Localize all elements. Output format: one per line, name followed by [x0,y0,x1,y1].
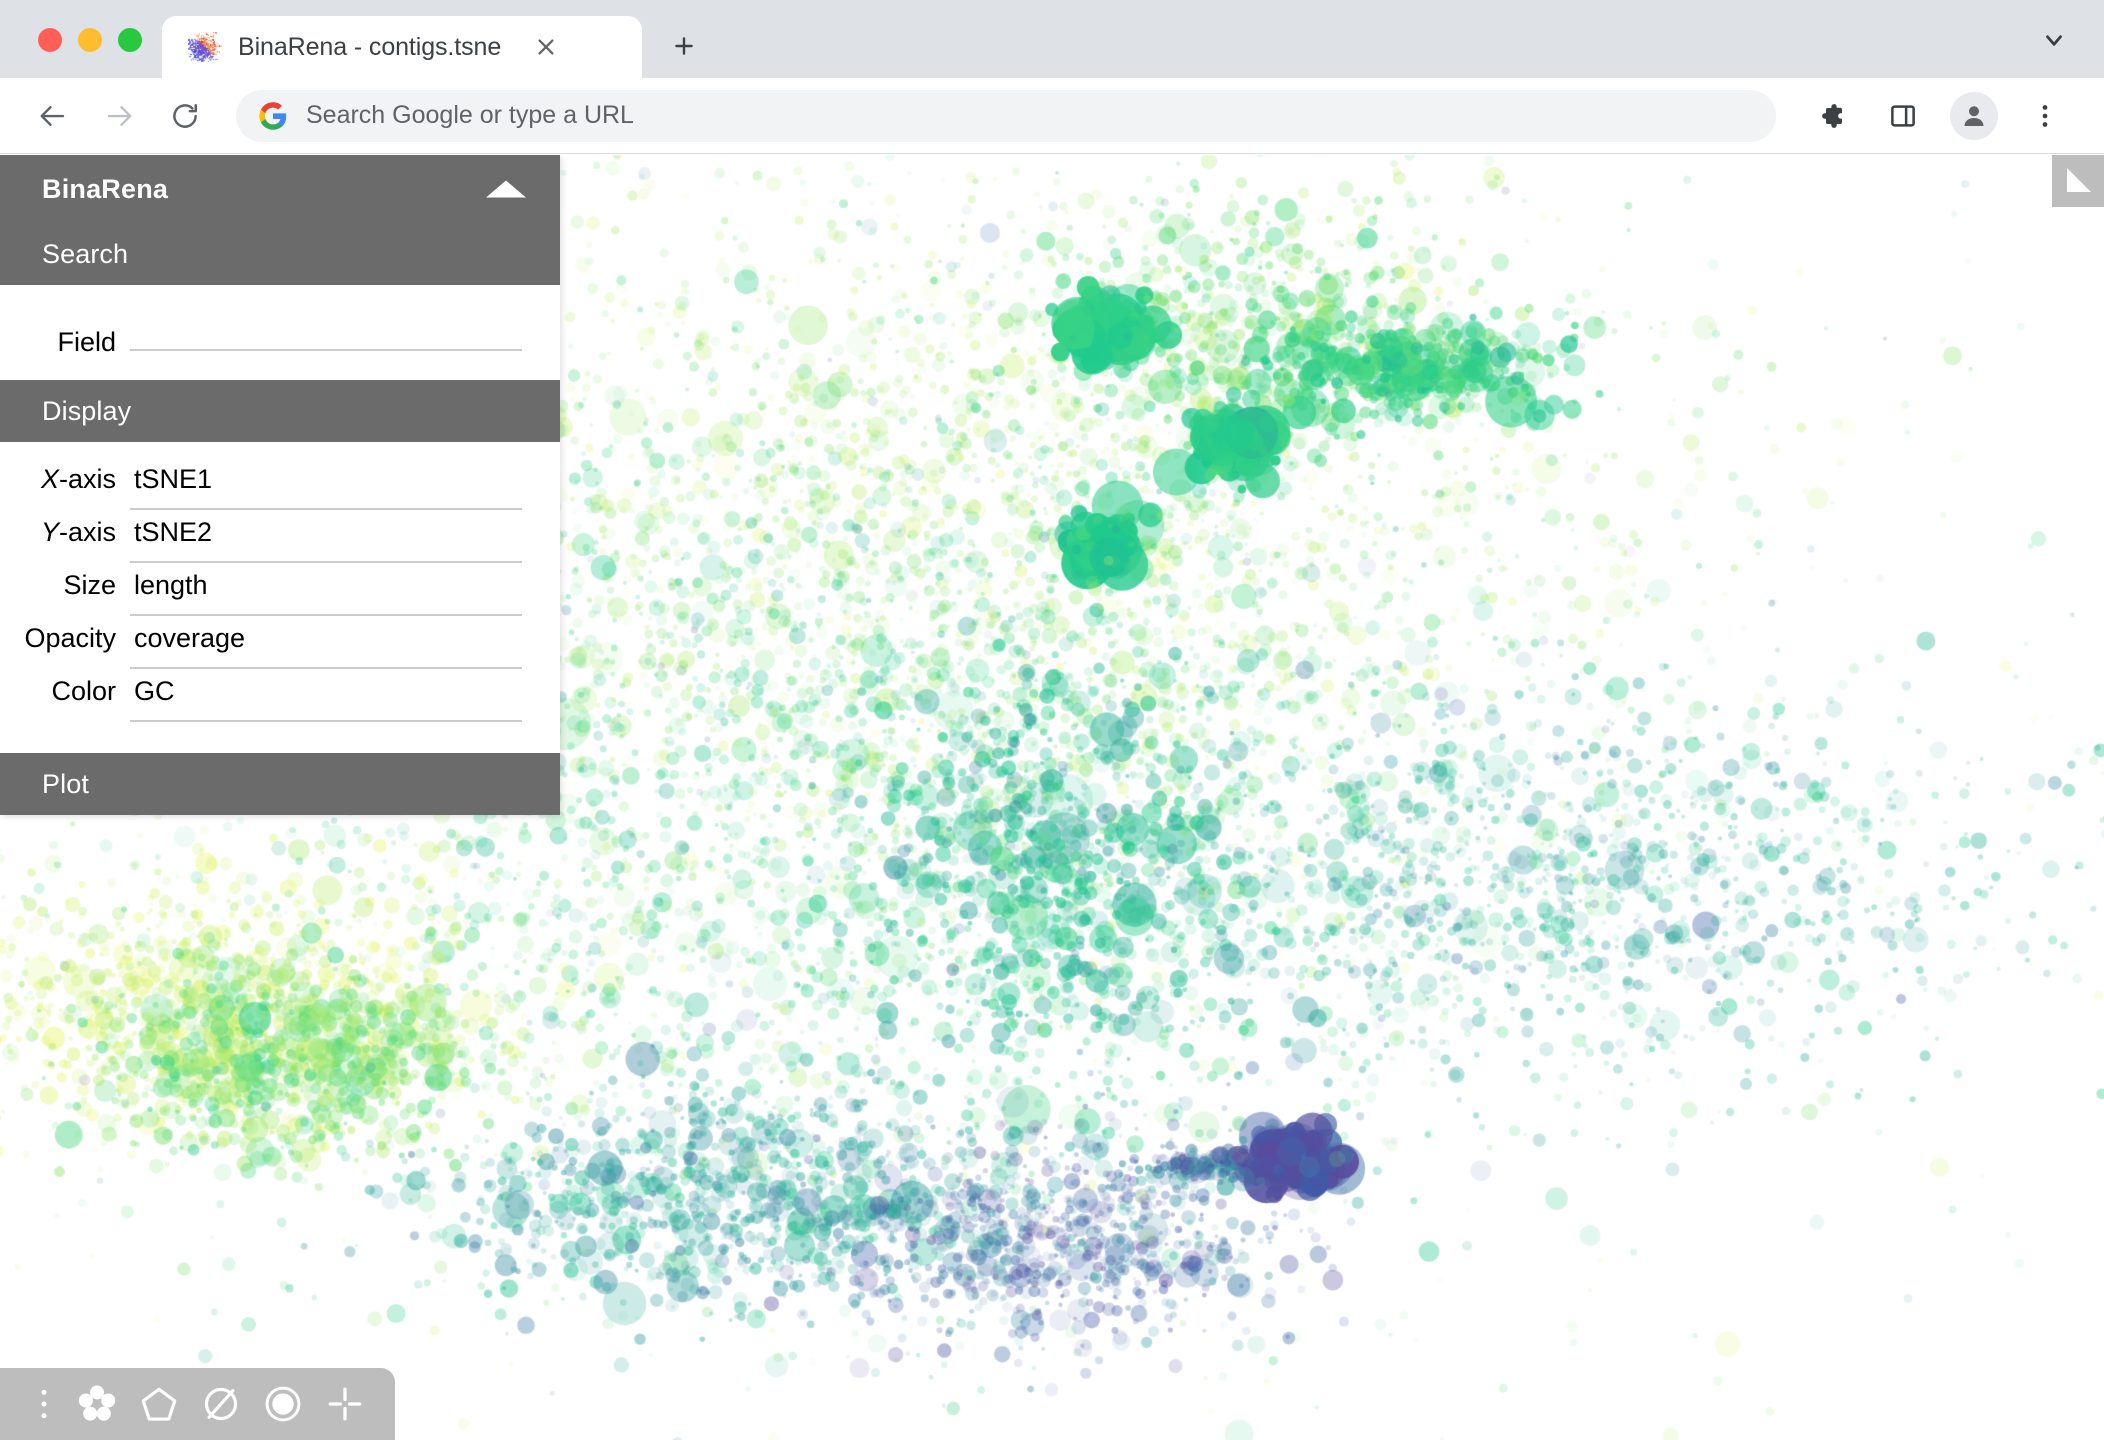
address-bar[interactable]: Search Google or type a URL [236,89,1776,142]
page-viewport: BinaRena Search Field Display X-axis tSN… [0,155,2104,1440]
field-row-color: Color GC [0,676,560,729]
tab-strip: BinaRena - contigs.tsne [0,0,2104,78]
toolbar-right-group [1798,89,2078,143]
x-axis-letter: X [40,464,59,494]
browser-toolbar: Search Google or type a URL [0,78,2104,154]
back-arrow-icon[interactable] [26,89,80,143]
section-header-search[interactable]: Search [0,223,560,285]
search-section-body: Field [0,285,560,380]
side-panel-icon[interactable] [1876,89,1930,143]
address-bar-placeholder: Search Google or type a URL [306,101,634,129]
field-label-field: Field [57,327,116,357]
section-header-display[interactable]: Display [0,380,560,442]
field-label-color: Color [51,676,116,706]
expand-triangle-icon [2067,168,2091,192]
x-axis-suffix: -axis [58,464,116,494]
y-axis-input[interactable]: tSNE2 [130,519,522,563]
pentagon-polygon-icon[interactable] [128,1373,190,1435]
color-input[interactable]: GC [130,678,522,722]
new-tab-icon[interactable] [660,22,708,70]
field-label-opacity: Opacity [24,623,116,653]
window-controls [0,28,162,78]
field-row-field: Field [0,307,560,360]
collapse-up-arrow-icon[interactable] [486,180,526,198]
crosshair-focus-icon[interactable] [314,1373,376,1435]
field-label-y-axis: Y-axis [0,517,130,548]
forward-arrow-icon[interactable] [92,89,146,143]
circle-slash-icon[interactable] [190,1373,252,1435]
opacity-input[interactable]: coverage [130,625,522,669]
field-row-x-axis: X-axis tSNE1 [0,464,560,517]
binarena-scatter-favicon [188,32,222,62]
close-icon[interactable] [527,28,565,66]
google-g-icon [259,101,287,130]
chevron-down-icon[interactable] [2032,18,2076,62]
avatar[interactable] [1950,91,1998,140]
section-label-plot: Plot [42,768,89,799]
app-title: BinaRena [42,173,169,204]
mask-circle-icon[interactable] [252,1373,314,1435]
browser-window: BinaRena - contigs.tsne Search Google or… [0,0,2104,1440]
browser-tab[interactable]: BinaRena - contigs.tsne [162,16,642,78]
field-label-x-axis: X-axis [0,464,130,495]
extensions-puzzle-icon[interactable] [1804,89,1858,143]
overflow-menu-icon[interactable] [22,1373,66,1435]
field-row-size: Size length [0,570,560,623]
window-maximize-button[interactable] [118,28,142,52]
section-header-plot[interactable]: Plot [0,753,560,815]
window-minimize-button[interactable] [78,28,102,52]
flower-cluster-icon[interactable] [66,1373,128,1435]
y-axis-letter: Y [40,517,59,547]
section-label-search: Search [42,238,129,269]
binarena-side-panel: BinaRena Search Field Display X-axis tSN… [0,155,560,815]
size-input[interactable]: length [130,572,522,616]
x-axis-input[interactable]: tSNE1 [130,466,522,510]
overflow-menu-icon[interactable] [2018,89,2072,143]
plot-bottom-toolbar [0,1368,395,1440]
reload-icon[interactable] [158,89,212,143]
panel-header[interactable]: BinaRena [0,155,560,223]
section-label-display: Display [42,395,132,426]
field-row-y-axis: Y-axis tSNE2 [0,517,560,570]
display-section-body: X-axis tSNE1 Y-axis tSNE2 Size length Op… [0,442,560,753]
expand-panel-widget[interactable] [2052,155,2104,207]
search-field-input[interactable] [130,307,522,351]
field-row-opacity: Opacity coverage [0,623,560,676]
y-axis-suffix: -axis [58,517,116,547]
tab-title: BinaRena - contigs.tsne [238,32,502,61]
field-label-size: Size [63,570,116,600]
window-close-button[interactable] [38,28,62,52]
